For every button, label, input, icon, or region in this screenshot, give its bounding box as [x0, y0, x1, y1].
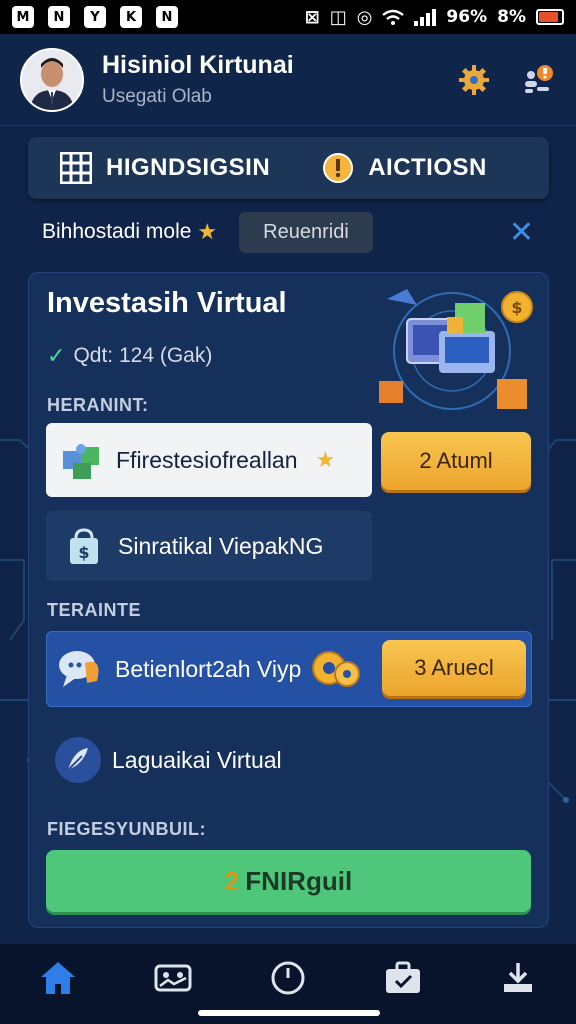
tab-bar: HIGNDSIGSIN AICTIOSN: [28, 137, 549, 199]
svg-text:$: $: [511, 298, 522, 317]
action-button[interactable]: 3 Aruecl: [382, 640, 526, 696]
home-indicator[interactable]: [198, 1010, 380, 1016]
section-label: HERANINT:: [47, 395, 149, 415]
signal-icon: [414, 9, 437, 26]
home-icon: [40, 962, 75, 994]
sync-icon: ◎: [356, 6, 373, 28]
nav-download[interactable]: [496, 956, 540, 1000]
settings-button[interactable]: [456, 62, 492, 98]
puzzle-icon: [58, 436, 106, 484]
battery-percent: 96%: [446, 7, 488, 27]
tab-label: HIGNDSIGSIN: [106, 154, 271, 181]
item-label: Betienlort2ah Viyp: [115, 655, 302, 682]
list-item[interactable]: Laguaikai Virtual: [46, 725, 386, 795]
cta-button[interactable]: 2 FNIRguil: [46, 850, 531, 912]
gear-icon: [459, 64, 489, 95]
section-label: FIEGESYUNBUIL:: [47, 819, 207, 839]
tab-highlights[interactable]: HIGNDSIGSIN: [60, 152, 270, 184]
gears-icon: [312, 651, 361, 687]
item-label: Sinratikal ViepakNG: [118, 532, 324, 559]
lock-bag-icon: $: [60, 522, 108, 570]
check-icon: ✓: [47, 343, 66, 368]
app-notification-icon: K: [120, 6, 142, 28]
cta-label: FNIRguil: [245, 865, 353, 896]
user-portrait-icon: [30, 57, 74, 110]
gallery-icon: [154, 964, 192, 992]
clock-icon: [271, 961, 305, 995]
app-notification-icon: M: [12, 6, 34, 28]
avatar[interactable]: [20, 47, 84, 112]
section-label: TERAINTE: [47, 600, 141, 620]
filter-row: Bihhostadi mole ★ Reuenridi ✕: [0, 206, 576, 258]
battery-second-percent: 8%: [497, 7, 526, 27]
alert-icon: [323, 153, 354, 183]
vibrate-icon: ◫: [329, 6, 347, 28]
nav-portfolio[interactable]: [381, 956, 425, 1000]
wifi-icon: [382, 9, 405, 25]
item-label: Laguaikai Virtual: [112, 746, 282, 773]
app-notification-icon: N: [48, 6, 70, 28]
briefcase-icon: [386, 961, 421, 993]
filter-chip[interactable]: Reuenridi: [239, 211, 373, 253]
feather-icon: [54, 736, 102, 784]
download-icon: [504, 963, 533, 992]
svg-text:$: $: [78, 543, 89, 562]
battery-fill: [539, 12, 558, 22]
user-subtitle: Usegati Olab: [102, 86, 212, 107]
list-item[interactable]: $ Sinratikal ViepakNG: [46, 511, 372, 581]
nav-gallery[interactable]: [151, 956, 195, 1000]
cta-number: 2: [224, 865, 240, 896]
card-title: Investasih Virtual: [47, 287, 287, 319]
computer-illustration-icon: $: [379, 289, 533, 410]
card-subtitle: Qdt: 124 (Gak): [73, 344, 213, 367]
chat-icon: [57, 645, 105, 693]
app-notification-icon: Y: [84, 6, 106, 28]
tab-actions[interactable]: AICTIOSN: [322, 152, 487, 184]
star-icon: ★: [315, 447, 336, 472]
close-icon[interactable]: ✕: [509, 215, 534, 250]
users-notification-icon: [525, 64, 553, 93]
nav-home[interactable]: [36, 956, 80, 1000]
user-name: Hisiniol Kirtunai: [102, 51, 294, 79]
status-bar: M N Y K N ⊠ ◫ ◎ 96% 8%: [0, 0, 576, 34]
filter-label: Bihhostadi mole: [42, 220, 192, 243]
nav-timer[interactable]: [266, 956, 310, 1000]
nfc-icon: ⊠: [304, 6, 320, 28]
action-button[interactable]: 2 Atuml: [381, 432, 531, 490]
app-header: Hisiniol Kirtunai Usegati Olab: [0, 34, 576, 126]
notifications-button[interactable]: [520, 62, 556, 98]
list-item[interactable]: Ffirestesiofreallan ★: [46, 423, 372, 497]
tab-label: AICTIOSN: [368, 154, 487, 181]
app-notification-icon: N: [156, 6, 178, 28]
grid-icon: [60, 152, 92, 184]
battery-icon: [536, 9, 564, 25]
investment-card: Investasih Virtual ✓ Qdt: 124 (Gak) $ HE…: [28, 272, 549, 928]
star-icon: ★: [197, 219, 218, 244]
item-label: Ffirestesiofreallan: [116, 446, 298, 473]
